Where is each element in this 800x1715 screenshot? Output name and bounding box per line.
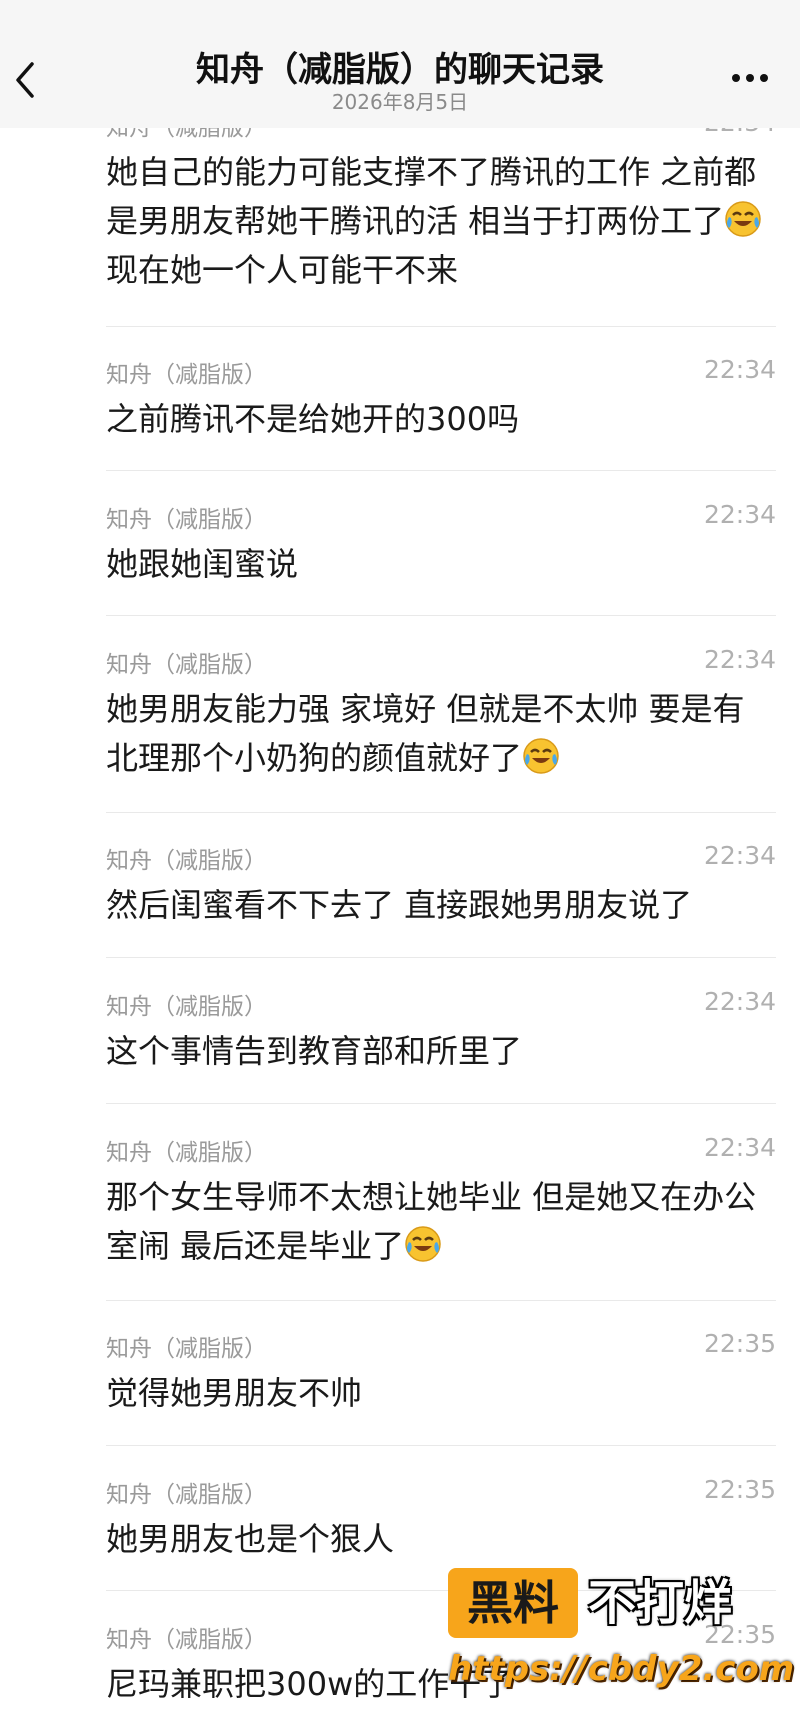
watermark-url: https://cbdy2.com (448, 1649, 795, 1689)
message-item: 知舟（减脂版） 22:34 她跟她闺蜜说 (106, 500, 776, 589)
message-item: 知舟（减脂版） 22:34 这个事情告到教育部和所里了 (106, 987, 776, 1076)
divider (106, 1445, 776, 1446)
message-meta: 知舟（减脂版） 22:34 (106, 841, 776, 881)
message-meta: 知舟（减脂版） 22:34 (106, 645, 776, 685)
message-text: 这个事情告到教育部和所里了 (106, 1032, 523, 1070)
laughing-crying-emoji-icon (522, 737, 560, 775)
message-meta: 知舟（减脂版） 22:34 (106, 1133, 776, 1173)
message-item: 知舟（减脂版） 22:34 她自己的能力可能支撑不了腾讯的工作 之前都是男朋友帮… (106, 108, 776, 295)
message-time: 22:34 (703, 987, 776, 1016)
sender-name: 知舟（减脂版） (106, 1140, 267, 1166)
sender-name: 知舟（减脂版） (106, 1627, 267, 1653)
watermark-text: 不打烊 (588, 1575, 733, 1631)
sender-name: 知舟（减脂版） (106, 994, 267, 1020)
sender-name: 知舟（减脂版） (106, 652, 267, 678)
divider (106, 470, 776, 471)
message-item: 知舟（减脂版） 22:34 然后闺蜜看不下去了 直接跟她男朋友说了 (106, 841, 776, 930)
message-item: 知舟（减脂版） 22:34 之前腾讯不是给她开的300吗 (106, 355, 776, 444)
message-text: 她男朋友也是个狠人 (106, 1520, 395, 1558)
divider (106, 812, 776, 813)
sender-name: 知舟（减脂版） (106, 507, 267, 533)
message-text: 然后闺蜜看不下去了 直接跟她男朋友说了 (106, 886, 693, 924)
divider (106, 1103, 776, 1104)
message-meta: 知舟（减脂版） 22:34 (106, 355, 776, 395)
message-meta: 知舟（减脂版） 22:35 (106, 1475, 776, 1515)
text-part: 现在她一个人可能干不来 (106, 251, 459, 289)
message-item: 知舟（减脂版） 22:35 她男朋友也是个狠人 (106, 1475, 776, 1564)
sender-name: 知舟（减脂版） (106, 362, 267, 388)
message-meta: 知舟（减脂版） 22:34 (106, 500, 776, 540)
nav-header: 知舟（减脂版）的聊天记录 2026年8月5日 (0, 0, 800, 128)
sender-name: 知舟（减脂版） (106, 1336, 267, 1362)
divider (106, 1300, 776, 1301)
laughing-crying-emoji-icon (404, 1225, 442, 1263)
message-time: 22:34 (703, 645, 776, 674)
message-text: 她跟她闺蜜说 (106, 545, 299, 583)
divider (106, 957, 776, 958)
laughing-crying-emoji-icon (724, 200, 762, 238)
message-item: 知舟（减脂版） 22:35 觉得她男朋友不帅 (106, 1329, 776, 1418)
message-text: 她自己的能力可能支撑不了腾讯的工作 之前都是男朋友帮她干腾讯的活 相当于打两份工… (106, 148, 776, 295)
message-time: 22:34 (703, 500, 776, 529)
watermark-badge: 黑料 (448, 1568, 578, 1638)
message-meta: 知舟（减脂版） 22:34 (106, 987, 776, 1027)
message-text: 觉得她男朋友不帅 (106, 1374, 363, 1412)
more-button[interactable] (730, 68, 770, 88)
message-text: 她男朋友能力强 家境好 但就是不太帅 要是有北理那个小奶狗的颜值就好了 (106, 685, 776, 783)
message-text: 那个女生导师不太想让她毕业 但是她又在办公室闹 最后还是毕业了 (106, 1173, 776, 1271)
divider (106, 326, 776, 327)
message-time: 22:34 (703, 841, 776, 870)
text-part: 她自己的能力可能支撑不了腾讯的工作 之前都是男朋友帮她干腾讯的活 相当于打两份工… (106, 153, 757, 240)
message-item: 知舟（减脂版） 22:34 她男朋友能力强 家境好 但就是不太帅 要是有北理那个… (106, 645, 776, 783)
message-time: 22:34 (703, 355, 776, 384)
ellipsis-icon (732, 74, 768, 82)
message-time: 22:34 (703, 1133, 776, 1162)
chat-date: 2026年8月5日 (331, 90, 469, 114)
sender-name: 知舟（减脂版） (106, 1482, 267, 1508)
message-item: 知舟（减脂版） 22:34 那个女生导师不太想让她毕业 但是她又在办公室闹 最后… (106, 1133, 776, 1271)
page-title: 知舟（减脂版）的聊天记录 (196, 50, 604, 90)
message-text: 之前腾讯不是给她开的300吗 (106, 400, 520, 438)
divider (106, 615, 776, 616)
watermark: 黑料 不打烊 https://cbdy2.com (448, 1568, 795, 1708)
message-time: 22:35 (703, 1329, 776, 1358)
message-time: 22:35 (703, 1475, 776, 1504)
sender-name: 知舟（减脂版） (106, 848, 267, 874)
message-meta: 知舟（减脂版） 22:35 (106, 1329, 776, 1369)
chat-history[interactable]: 知舟（减脂版） 22:34 她自己的能力可能支撑不了腾讯的工作 之前都是男朋友帮… (0, 0, 800, 1715)
text-part: 她男朋友能力强 家境好 但就是不太帅 要是有北理那个小奶狗的颜值就好了 (106, 690, 745, 777)
